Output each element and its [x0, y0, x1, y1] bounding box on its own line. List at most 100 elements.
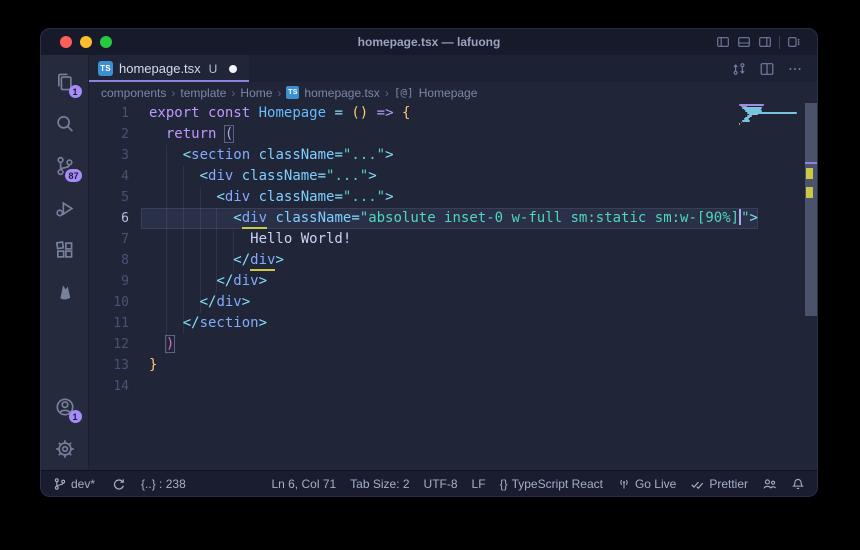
- line-number[interactable]: 2: [89, 124, 141, 145]
- line-text: }: [149, 357, 158, 373]
- minimap-line: [742, 120, 751, 122]
- encoding-item[interactable]: UTF-8: [424, 477, 458, 491]
- gear-icon: [54, 438, 76, 460]
- extensions-icon: [54, 239, 76, 261]
- notifications-item[interactable]: [791, 477, 805, 491]
- breadcrumb-symbol[interactable]: Homepage: [419, 86, 478, 100]
- sidebar-item-search[interactable]: [41, 103, 89, 145]
- activity-bar: 1 87 1: [41, 55, 89, 470]
- code-line[interactable]: 1 export const Homepage = () => {: [89, 103, 737, 124]
- encoding-label: UTF-8: [423, 476, 458, 491]
- braces-counter-item[interactable]: {..} : 238: [141, 477, 186, 491]
- line-number[interactable]: 4: [89, 166, 141, 187]
- line-text: </section>: [182, 315, 268, 331]
- breadcrumb-home[interactable]: Home: [240, 86, 272, 100]
- search-icon: [54, 113, 76, 135]
- tab-homepage-tsx[interactable]: TS homepage.tsx U: [89, 55, 250, 82]
- line-number[interactable]: 14: [89, 376, 141, 397]
- language-label: TypeScript React: [511, 476, 603, 491]
- tab-filename: homepage.tsx: [119, 61, 201, 76]
- code-editor[interactable]: 1 export const Homepage = () => {2 return…: [89, 103, 817, 470]
- breadcrumb-template[interactable]: template: [180, 86, 226, 100]
- code-lines: 1 export const Homepage = () => {2 return…: [89, 103, 758, 397]
- indent-guide: [199, 187, 201, 313]
- tab-size-item[interactable]: Tab Size: 2: [350, 477, 409, 491]
- overview-warning-marker: [806, 187, 813, 198]
- accounts-button[interactable]: 1: [41, 386, 89, 428]
- more-actions-icon[interactable]: [787, 61, 803, 77]
- source-control-badge: 87: [65, 169, 82, 182]
- line-text: Hello World!: [149, 231, 352, 247]
- line-number[interactable]: 12: [89, 334, 141, 355]
- indent-guide: [233, 229, 235, 271]
- indent-guide: [182, 166, 184, 334]
- line-number[interactable]: 3: [89, 145, 141, 166]
- sync-status-item[interactable]: [111, 477, 125, 491]
- bell-icon: [791, 477, 805, 491]
- line-number[interactable]: 7: [89, 229, 141, 250]
- toggle-secondary-sidebar-icon[interactable]: [758, 35, 772, 49]
- line-number[interactable]: 8: [89, 250, 141, 271]
- line-text: </div>: [199, 294, 251, 310]
- code-line[interactable]: 14: [89, 376, 737, 397]
- git-branch-icon: [53, 477, 67, 491]
- cursor-position-item[interactable]: Ln 6, Col 71: [271, 477, 336, 491]
- line-text: <div className="...">: [216, 189, 394, 205]
- scrollbar-thumb[interactable]: [805, 103, 817, 316]
- code-line[interactable]: 11 </section>: [89, 313, 737, 334]
- open-changes-icon[interactable]: [731, 61, 747, 77]
- line-text: </div>: [141, 250, 737, 271]
- close-window-button[interactable]: [60, 36, 72, 48]
- code-line[interactable]: 3 <section className="...">: [89, 145, 737, 166]
- indent-guide: [216, 208, 218, 292]
- code-line[interactable]: 5 <div className="...">: [89, 187, 737, 208]
- line-text: <div className="absolute inset-0 w-full …: [141, 208, 758, 229]
- prettier-item[interactable]: Prettier: [690, 477, 748, 491]
- chevron-right-icon: ›: [384, 85, 389, 100]
- line-text: return (: [165, 126, 234, 142]
- code-line[interactable]: 8 </div>: [89, 250, 737, 271]
- customize-layout-icon[interactable]: [787, 35, 801, 49]
- feedback-item[interactable]: [762, 477, 777, 491]
- code-line[interactable]: 9 </div>: [89, 271, 737, 292]
- line-number[interactable]: 13: [89, 355, 141, 376]
- code-line[interactable]: 4 <div className="...">: [89, 166, 737, 187]
- code-line[interactable]: 12 ): [89, 334, 737, 355]
- breadcrumb-components[interactable]: components: [101, 86, 166, 100]
- sidebar-item-run-debug[interactable]: [41, 187, 89, 229]
- line-number[interactable]: 6: [89, 208, 141, 229]
- language-mode-item[interactable]: {} TypeScript React: [500, 477, 603, 491]
- typescript-file-icon: TS: [98, 61, 113, 76]
- code-line[interactable]: 6 <div className="absolute inset-0 w-ful…: [89, 208, 758, 229]
- toggle-primary-sidebar-icon[interactable]: [716, 35, 730, 49]
- sidebar-item-explorer[interactable]: 1: [41, 61, 89, 103]
- sidebar-item-extensions[interactable]: [41, 229, 89, 271]
- sidebar-item-firebase-extension[interactable]: [41, 271, 89, 313]
- line-number[interactable]: 11: [89, 313, 141, 334]
- branch-name: dev*: [71, 476, 96, 491]
- flame-extension-icon: [54, 281, 76, 303]
- breadcrumb-file[interactable]: homepage.tsx: [304, 86, 379, 100]
- line-number[interactable]: 5: [89, 187, 141, 208]
- line-number[interactable]: 10: [89, 292, 141, 313]
- code-line[interactable]: 2 return (: [89, 124, 737, 145]
- go-live-item[interactable]: Go Live: [617, 477, 676, 491]
- sidebar-item-source-control[interactable]: 87: [41, 145, 89, 187]
- minimap-line: [740, 121, 742, 124]
- line-number[interactable]: 9: [89, 271, 141, 292]
- minimize-window-button[interactable]: [80, 36, 92, 48]
- settings-button[interactable]: [41, 428, 89, 470]
- line-number[interactable]: 1: [89, 103, 141, 124]
- split-editor-icon[interactable]: [759, 61, 775, 77]
- minimap[interactable]: [739, 103, 803, 470]
- zoom-window-button[interactable]: [100, 36, 112, 48]
- code-line[interactable]: 13}: [89, 355, 737, 376]
- eol-item[interactable]: LF: [472, 477, 486, 491]
- code-line[interactable]: 7 Hello World!: [89, 229, 737, 250]
- braces-counter-label: {..} : 238: [141, 476, 186, 491]
- code-line[interactable]: 10 </div>: [89, 292, 737, 313]
- line-col-label: Ln 6, Col 71: [271, 476, 337, 491]
- toggle-panel-icon[interactable]: [737, 35, 751, 49]
- branch-status-item[interactable]: dev*: [53, 477, 95, 491]
- unsaved-dot-icon[interactable]: [229, 64, 238, 73]
